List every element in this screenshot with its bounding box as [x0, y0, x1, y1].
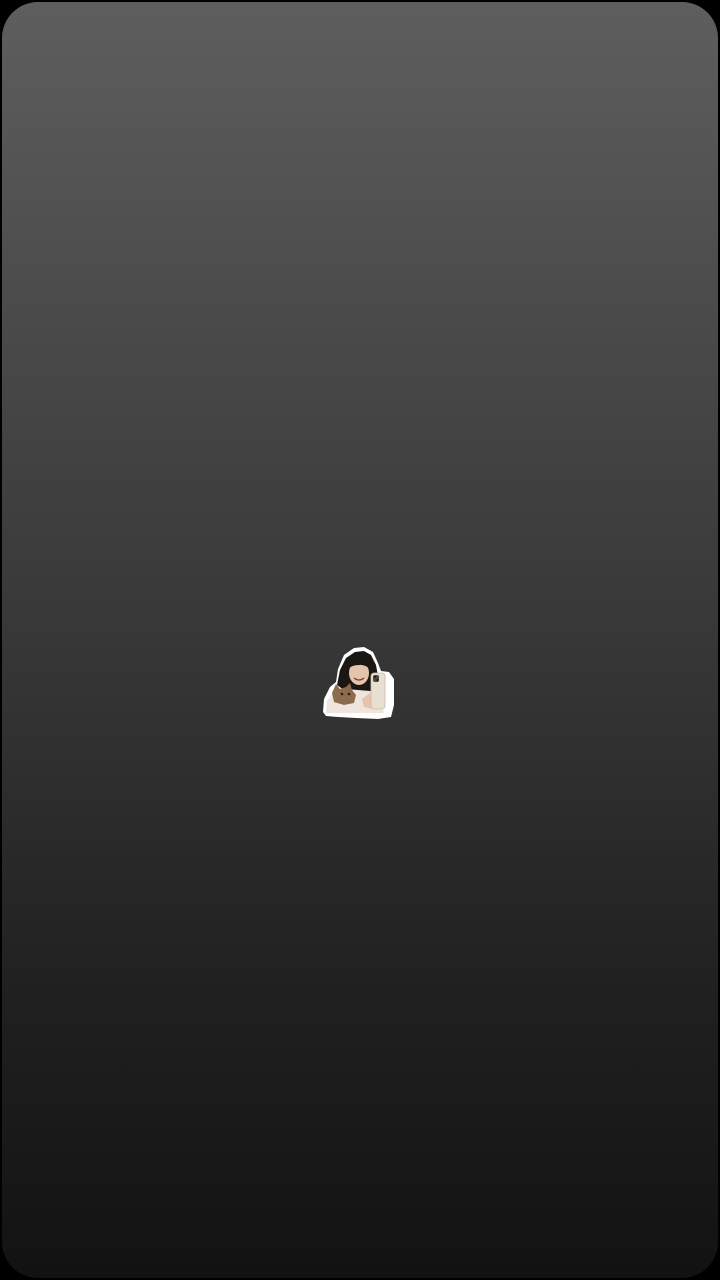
story-canvas [2, 2, 718, 1278]
person-with-cat-sticker-image [323, 647, 394, 719]
photo-sticker[interactable] [318, 643, 396, 721]
